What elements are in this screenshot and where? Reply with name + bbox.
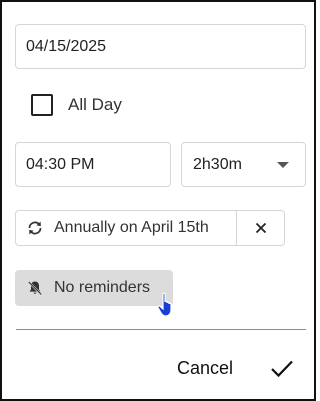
footer-divider xyxy=(16,329,306,330)
date-value: 04/15/2025 xyxy=(26,37,107,55)
duration-value: 2h30m xyxy=(193,155,242,173)
reminders-label: No reminders xyxy=(54,279,151,296)
recurrence-chip: Annually on April 15th xyxy=(15,210,285,246)
clear-recurrence-button[interactable] xyxy=(237,211,284,245)
cancel-button[interactable]: Cancel xyxy=(168,354,242,382)
time-input[interactable]: 04:30 PM xyxy=(15,142,171,187)
reminders-button[interactable]: No reminders xyxy=(15,270,173,306)
time-value: 04:30 PM xyxy=(26,155,95,173)
recurrence-label: Annually on April 15th xyxy=(54,219,209,236)
all-day-label: All Day xyxy=(68,95,122,114)
check-icon xyxy=(271,360,293,378)
bell-off-icon xyxy=(28,281,42,296)
close-icon xyxy=(255,222,266,234)
recurrence-button[interactable]: Annually on April 15th xyxy=(16,211,237,245)
all-day-toggle[interactable]: All Day xyxy=(31,94,122,116)
date-input[interactable]: 04/15/2025 xyxy=(15,24,306,69)
duration-select[interactable]: 2h30m xyxy=(181,142,306,187)
confirm-button[interactable] xyxy=(266,355,298,383)
hand-pointer-cursor-icon xyxy=(157,292,172,317)
event-editor-panel: 04/15/2025 All Day 04:30 PM 2h30m Annual… xyxy=(0,0,316,401)
all-day-checkbox[interactable] xyxy=(31,94,53,116)
chevron-down-icon xyxy=(277,161,289,168)
repeat-icon xyxy=(28,221,42,235)
